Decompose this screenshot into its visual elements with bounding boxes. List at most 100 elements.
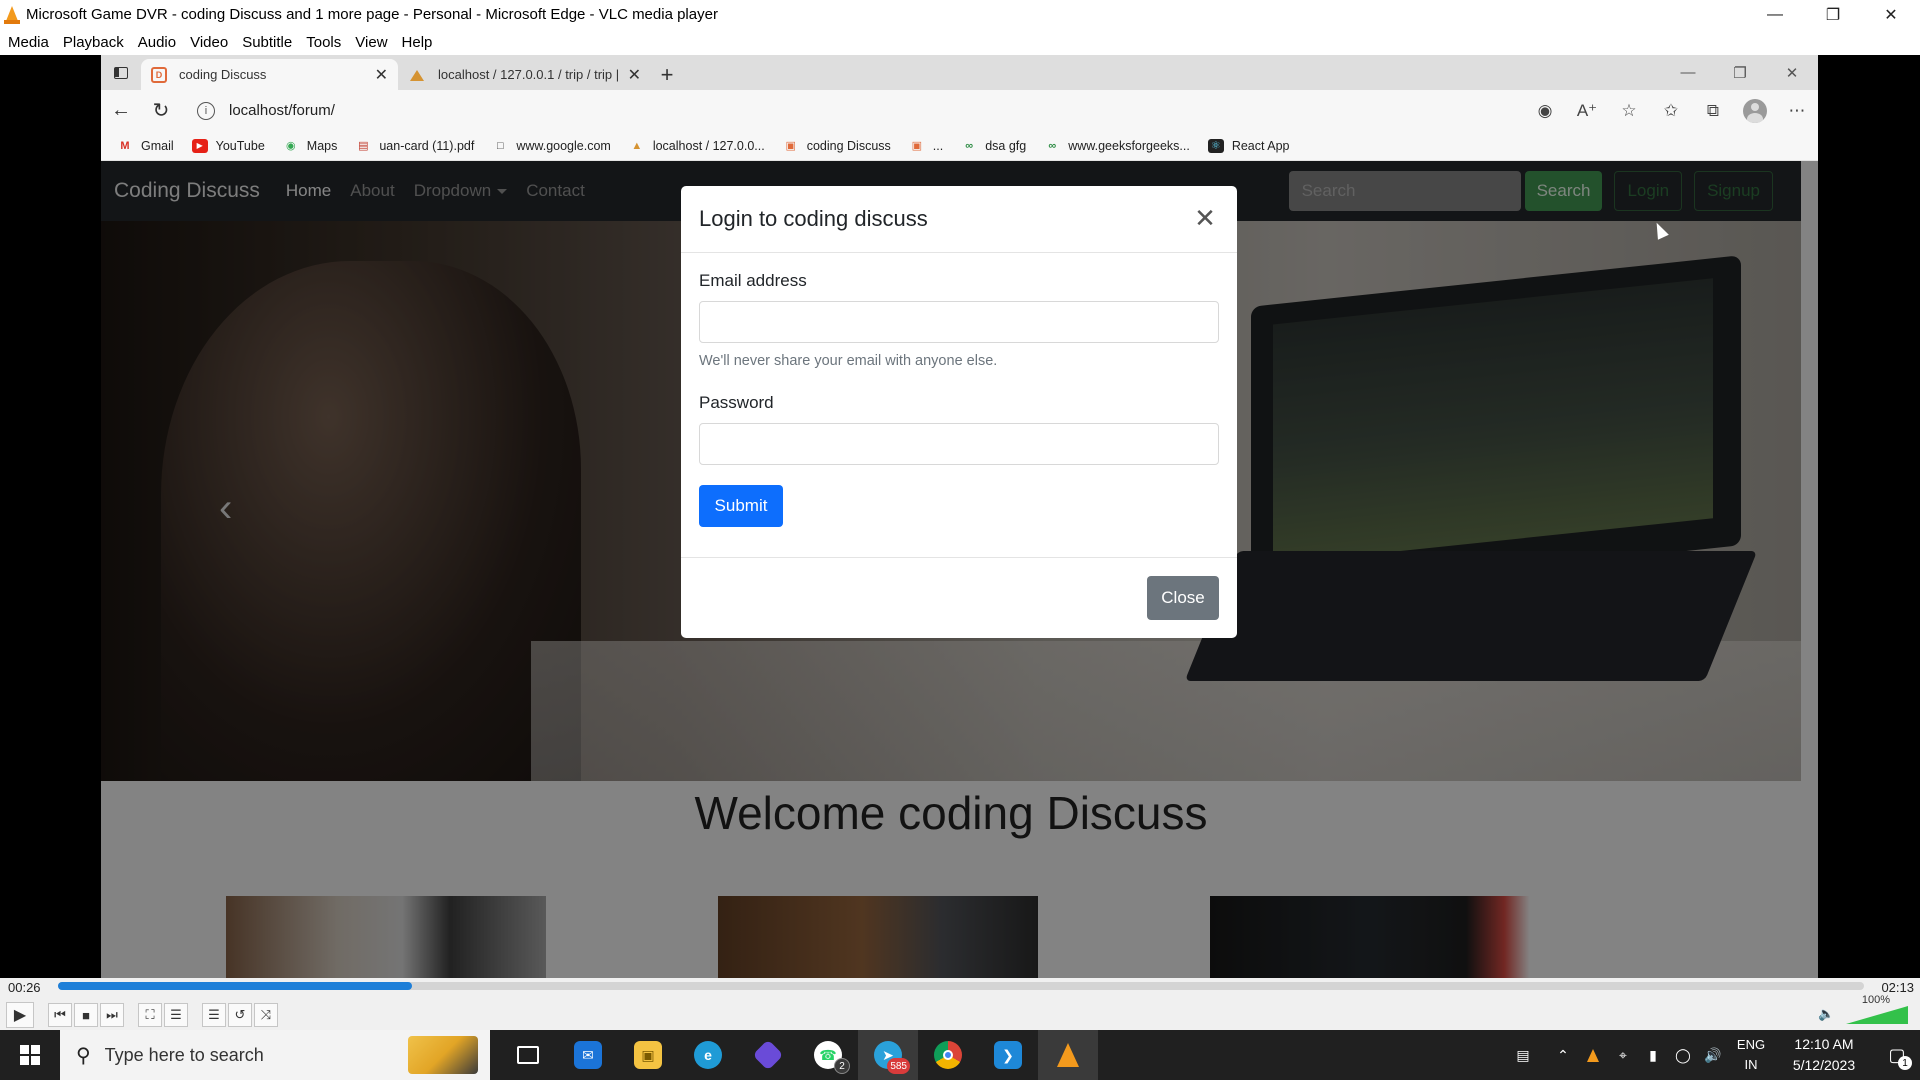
video-area[interactable]: D coding Discuss ✕ localhost / 127.0.0.1…	[0, 55, 1920, 978]
vlc-icon[interactable]	[1038, 1030, 1098, 1080]
search-placeholder: Type here to search	[104, 1044, 264, 1065]
favorite-coding-discuss[interactable]: ▣ coding Discuss	[783, 139, 891, 153]
restore-button[interactable]: ❐	[1804, 0, 1862, 29]
menu-help[interactable]: Help	[395, 34, 440, 51]
modal-close-icon[interactable]: ✕	[1191, 203, 1219, 233]
read-aloud-icon[interactable]: A⁺	[1566, 95, 1608, 127]
previous-icon[interactable]: ⏮	[48, 1003, 72, 1027]
telegram-icon[interactable]: ➤ 585	[858, 1030, 918, 1080]
url-field[interactable]: i localhost/forum/	[187, 95, 1502, 127]
back-icon[interactable]: ←	[101, 95, 141, 127]
pdf-icon: ▤	[358, 140, 369, 152]
show-hidden-icon[interactable]: ⌃	[1548, 1030, 1578, 1080]
gfg-icon: ∞	[965, 139, 974, 152]
battery-icon[interactable]: ▮	[1638, 1030, 1668, 1080]
menu-view[interactable]: View	[348, 34, 394, 51]
seek-bar[interactable]	[58, 982, 1864, 990]
edge-close-icon[interactable]: ✕	[1766, 55, 1818, 90]
more-menu-icon[interactable]: ⋯	[1776, 95, 1818, 127]
taskbar-apps: ✉ ▣ e ☎ 2 ➤ 585 ❯	[498, 1030, 1098, 1080]
tab-actions-icon[interactable]	[101, 55, 141, 90]
playlist-icon[interactable]: ☰	[202, 1003, 226, 1027]
notifications-icon[interactable]: ▢ 1	[1874, 1030, 1920, 1080]
favorite-geeksforgeeks[interactable]: ∞ www.geeksforgeeks...	[1044, 139, 1190, 153]
favorites-icon[interactable]: ✩	[1650, 95, 1692, 127]
edge-browser-window: D coding Discuss ✕ localhost / 127.0.0.1…	[101, 55, 1818, 978]
collections-icon[interactable]: ⧉	[1692, 95, 1734, 127]
mail-icon[interactable]: ✉	[558, 1030, 618, 1080]
password-field[interactable]	[699, 423, 1219, 465]
menu-tools[interactable]: Tools	[299, 34, 348, 51]
edge-restore-icon[interactable]: ❐	[1714, 55, 1766, 90]
modal-close-button[interactable]: Close	[1147, 576, 1219, 620]
taskbar-search-box[interactable]: ⚲ Type here to search	[60, 1030, 490, 1080]
favorite-dsa-gfg[interactable]: ∞ dsa gfg	[961, 139, 1026, 153]
close-button[interactable]: ✕	[1862, 0, 1920, 29]
profile-icon[interactable]	[1734, 95, 1776, 127]
add-favorite-icon[interactable]: ☆	[1608, 95, 1650, 127]
task-view-icon[interactable]	[498, 1030, 558, 1080]
edge-minimize-icon[interactable]: —	[1662, 55, 1714, 90]
clock-time: 12:10 AM	[1794, 1036, 1854, 1052]
volume-slider[interactable]: 🔈 100%	[1818, 994, 1908, 1024]
favorite-gmail[interactable]: M Gmail	[117, 139, 173, 153]
submit-button[interactable]: Submit	[699, 485, 783, 527]
favorite-label: localhost / 127.0.0...	[652, 138, 765, 153]
favorite-google[interactable]: □ www.google.com	[492, 139, 611, 153]
email-field[interactable]	[699, 301, 1219, 343]
menu-video[interactable]: Video	[183, 34, 235, 51]
next-icon[interactable]: ⏭	[100, 1003, 124, 1027]
refresh-icon[interactable]: ↻	[141, 95, 181, 127]
menu-media[interactable]: Media	[0, 34, 56, 51]
volume-level	[1846, 1006, 1908, 1024]
favorite-localhost[interactable]: ▲ localhost / 127.0.0...	[629, 138, 765, 153]
volume-icon[interactable]: 🔊	[1698, 1030, 1728, 1080]
extended-settings-icon[interactable]: ☰	[164, 1003, 188, 1027]
copilot-icon[interactable]	[738, 1030, 798, 1080]
news-icon[interactable]: ▤	[1498, 1030, 1548, 1080]
site-info-icon[interactable]: i	[197, 101, 215, 120]
minimize-button[interactable]: —	[1746, 0, 1804, 29]
app-available-icon[interactable]: ◉	[1524, 95, 1566, 127]
favorite-youtube[interactable]: ▶ YouTube	[191, 138, 265, 153]
new-tab-icon[interactable]: +	[651, 59, 683, 90]
tab-close-icon[interactable]: ✕	[375, 65, 388, 85]
menu-audio[interactable]: Audio	[131, 34, 183, 51]
favorite-maps[interactable]: ◉ Maps	[283, 139, 337, 153]
whatsapp-icon[interactable]: ☎ 2	[798, 1030, 858, 1080]
meet-now-icon[interactable]: ◯	[1668, 1030, 1698, 1080]
clock[interactable]: 12:10 AM 5/12/2023	[1774, 1034, 1874, 1076]
password-label: Password	[699, 393, 774, 412]
url-text: localhost/forum/	[229, 102, 335, 119]
modal-header: Login to coding discuss ✕	[681, 186, 1237, 253]
favorite-site[interactable]: ▣...	[909, 138, 944, 153]
favorite-pdf[interactable]: ▤ uan-card (11).pdf	[355, 139, 474, 153]
menu-subtitle[interactable]: Subtitle	[235, 34, 299, 51]
vlc-tray-icon[interactable]	[1578, 1030, 1608, 1080]
tab-coding-discuss[interactable]: D coding Discuss ✕	[141, 59, 398, 90]
gfg-icon: ∞	[1048, 139, 1057, 152]
language-indicator[interactable]: ENG IN	[1728, 1035, 1774, 1075]
shuffle-icon[interactable]: ⤨	[254, 1003, 278, 1027]
start-button[interactable]	[0, 1030, 60, 1080]
vscode-icon[interactable]: ❯	[978, 1030, 1038, 1080]
favorite-react-app[interactable]: ⚛ React App	[1207, 138, 1290, 153]
modal-body: Email address We'll never share your ema…	[681, 253, 1237, 527]
menu-playback[interactable]: Playback	[56, 34, 131, 51]
file-explorer-icon[interactable]: ▣	[618, 1030, 678, 1080]
play-icon[interactable]: ▶	[6, 1002, 34, 1028]
wifi-icon[interactable]: ⌖	[1608, 1030, 1638, 1080]
loop-icon[interactable]: ↺	[228, 1003, 252, 1027]
search-highlight-image	[408, 1036, 478, 1074]
speaker-icon[interactable]: 🔈	[1818, 1006, 1834, 1022]
tab-close-icon[interactable]: ✕	[628, 65, 641, 85]
total-time: 02:13	[1881, 980, 1914, 995]
chrome-icon[interactable]	[918, 1030, 978, 1080]
react-icon: ⚛	[1207, 138, 1224, 153]
fullscreen-icon[interactable]: ⛶	[138, 1003, 162, 1027]
tab-phpmyadmin[interactable]: localhost / 127.0.0.1 / trip / trip | ✕	[398, 59, 651, 90]
language-code: ENG	[1736, 1037, 1766, 1052]
favorite-label: ...	[932, 138, 944, 153]
edge-icon[interactable]: e	[678, 1030, 738, 1080]
stop-icon[interactable]: ■	[74, 1003, 98, 1027]
